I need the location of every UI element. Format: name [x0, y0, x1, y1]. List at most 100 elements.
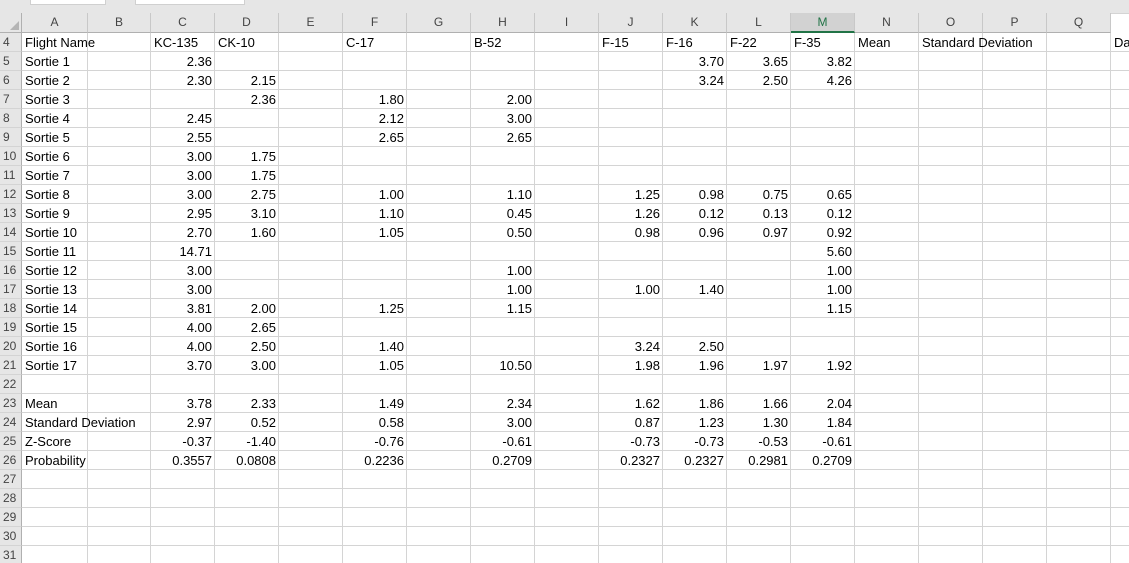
- column-header-c[interactable]: C: [151, 13, 215, 33]
- cell-d14[interactable]: 1.60: [215, 223, 279, 242]
- cell-c15[interactable]: 14.71: [151, 242, 215, 261]
- cell-l24[interactable]: 1.30: [727, 413, 791, 432]
- cell-n4[interactable]: Mean: [855, 33, 891, 52]
- cell-c26[interactable]: 0.3557: [151, 451, 215, 470]
- cell-l23[interactable]: 1.66: [727, 394, 791, 413]
- cell-k12[interactable]: 0.98: [663, 185, 727, 204]
- cell-a7[interactable]: Sortie 3: [22, 90, 70, 109]
- cell-m12[interactable]: 0.65: [791, 185, 855, 204]
- column-header-n[interactable]: N: [855, 13, 919, 33]
- cell-k20[interactable]: 2.50: [663, 337, 727, 356]
- cell-a9[interactable]: Sortie 5: [22, 128, 70, 147]
- cell-j14[interactable]: 0.98: [599, 223, 663, 242]
- cell-f21[interactable]: 1.05: [343, 356, 407, 375]
- cell-f8[interactable]: 2.12: [343, 109, 407, 128]
- cell-a12[interactable]: Sortie 8: [22, 185, 70, 204]
- row-header[interactable]: 11: [0, 166, 22, 185]
- cell-r4[interactable]: Da: [1111, 33, 1129, 52]
- cell-k4[interactable]: F-16: [663, 33, 693, 52]
- cell-d11[interactable]: 1.75: [215, 166, 279, 185]
- cell-j26[interactable]: 0.2327: [599, 451, 663, 470]
- column-header-l[interactable]: L: [727, 13, 791, 33]
- cell-a23[interactable]: Mean: [22, 394, 58, 413]
- select-all-corner[interactable]: [0, 13, 22, 33]
- cell-h8[interactable]: 3.00: [471, 109, 535, 128]
- cell-d6[interactable]: 2.15: [215, 71, 279, 90]
- cell-a14[interactable]: Sortie 10: [22, 223, 77, 242]
- cell-d12[interactable]: 2.75: [215, 185, 279, 204]
- cell-c9[interactable]: 2.55: [151, 128, 215, 147]
- cell-f18[interactable]: 1.25: [343, 299, 407, 318]
- cell-m6[interactable]: 4.26: [791, 71, 855, 90]
- column-header-q[interactable]: Q: [1047, 13, 1111, 33]
- row-header[interactable]: 10: [0, 147, 22, 166]
- cell-k24[interactable]: 1.23: [663, 413, 727, 432]
- column-header-b[interactable]: B: [88, 13, 151, 33]
- cell-m16[interactable]: 1.00: [791, 261, 855, 280]
- cell-m13[interactable]: 0.12: [791, 204, 855, 223]
- cell-j21[interactable]: 1.98: [599, 356, 663, 375]
- cell-j12[interactable]: 1.25: [599, 185, 663, 204]
- row-header[interactable]: 17: [0, 280, 22, 299]
- row-header[interactable]: 19: [0, 318, 22, 337]
- column-header-d[interactable]: D: [215, 13, 279, 33]
- cell-c21[interactable]: 3.70: [151, 356, 215, 375]
- column-header-i[interactable]: I: [535, 13, 599, 33]
- row-header[interactable]: 15: [0, 242, 22, 261]
- row-header[interactable]: 24: [0, 413, 22, 432]
- row-header[interactable]: 23: [0, 394, 22, 413]
- cell-k5[interactable]: 3.70: [663, 52, 727, 71]
- cell-d25[interactable]: -1.40: [215, 432, 279, 451]
- column-header-e[interactable]: E: [279, 13, 343, 33]
- cell-l14[interactable]: 0.97: [727, 223, 791, 242]
- row-header[interactable]: 7: [0, 90, 22, 109]
- cell-d24[interactable]: 0.52: [215, 413, 279, 432]
- row-header[interactable]: 30: [0, 527, 22, 546]
- cell-c4[interactable]: KC-135: [151, 33, 198, 52]
- cell-m25[interactable]: -0.61: [791, 432, 855, 451]
- cell-h14[interactable]: 0.50: [471, 223, 535, 242]
- cell-m24[interactable]: 1.84: [791, 413, 855, 432]
- cell-c25[interactable]: -0.37: [151, 432, 215, 451]
- cell-f12[interactable]: 1.00: [343, 185, 407, 204]
- cell-a19[interactable]: Sortie 15: [22, 318, 77, 337]
- row-header[interactable]: 26: [0, 451, 22, 470]
- cell-a5[interactable]: Sortie 1: [22, 52, 70, 71]
- cell-c6[interactable]: 2.30: [151, 71, 215, 90]
- row-header[interactable]: 14: [0, 223, 22, 242]
- cell-d18[interactable]: 2.00: [215, 299, 279, 318]
- cell-m4[interactable]: F-35: [791, 33, 821, 52]
- cell-c5[interactable]: 2.36: [151, 52, 215, 71]
- cell-f4[interactable]: C-17: [343, 33, 374, 52]
- column-header-o[interactable]: O: [919, 13, 983, 33]
- cell-a8[interactable]: Sortie 4: [22, 109, 70, 128]
- cell-h13[interactable]: 0.45: [471, 204, 535, 223]
- cell-a11[interactable]: Sortie 7: [22, 166, 70, 185]
- cell-l21[interactable]: 1.97: [727, 356, 791, 375]
- cell-l6[interactable]: 2.50: [727, 71, 791, 90]
- cell-j24[interactable]: 0.87: [599, 413, 663, 432]
- cell-k21[interactable]: 1.96: [663, 356, 727, 375]
- cell-l12[interactable]: 0.75: [727, 185, 791, 204]
- cell-h21[interactable]: 10.50: [471, 356, 535, 375]
- cell-c13[interactable]: 2.95: [151, 204, 215, 223]
- column-header-h[interactable]: H: [471, 13, 535, 33]
- row-header[interactable]: 16: [0, 261, 22, 280]
- cell-j4[interactable]: F-15: [599, 33, 629, 52]
- cell-c24[interactable]: 2.97: [151, 413, 215, 432]
- cell-c14[interactable]: 2.70: [151, 223, 215, 242]
- row-header[interactable]: 13: [0, 204, 22, 223]
- row-header[interactable]: 18: [0, 299, 22, 318]
- cell-f7[interactable]: 1.80: [343, 90, 407, 109]
- cell-j20[interactable]: 3.24: [599, 337, 663, 356]
- cell-a21[interactable]: Sortie 17: [22, 356, 77, 375]
- cell-d13[interactable]: 3.10: [215, 204, 279, 223]
- cell-m21[interactable]: 1.92: [791, 356, 855, 375]
- cell-h12[interactable]: 1.10: [471, 185, 535, 204]
- cell-m18[interactable]: 1.15: [791, 299, 855, 318]
- cell-f26[interactable]: 0.2236: [343, 451, 407, 470]
- cell-c19[interactable]: 4.00: [151, 318, 215, 337]
- cell-f24[interactable]: 0.58: [343, 413, 407, 432]
- cell-a17[interactable]: Sortie 13: [22, 280, 77, 299]
- cell-a13[interactable]: Sortie 9: [22, 204, 70, 223]
